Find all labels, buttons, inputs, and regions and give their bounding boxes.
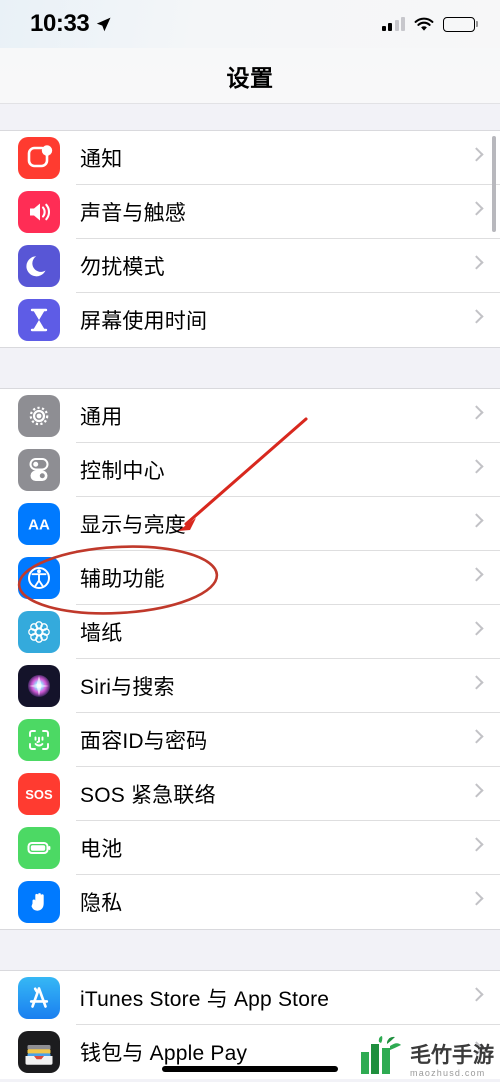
battery-full-icon	[443, 16, 478, 32]
settings-row-label: 显示与亮度	[80, 514, 186, 537]
settings-row-label: 通知	[80, 148, 123, 171]
settings-row-accessibility[interactable]: 辅助功能	[0, 551, 500, 605]
chevron-right-icon	[469, 309, 484, 324]
status-bar-indicators	[381, 16, 478, 32]
settings-row-label: 控制中心	[80, 460, 165, 483]
section-gap-1	[0, 348, 500, 388]
chevron-right-icon	[469, 405, 484, 420]
settings-row-privacy[interactable]: 隐私	[0, 875, 500, 929]
settings-list[interactable]: 通知 声音与触感 勿扰模式 屏幕使用时间 通用 控制中心 AA 显示与亮度 辅助…	[0, 104, 500, 1082]
settings-row-do-not-disturb[interactable]: 勿扰模式	[0, 239, 500, 293]
wallet-icon	[18, 1031, 60, 1073]
settings-row-label: 声音与触感	[80, 202, 186, 225]
settings-row-face-id-passcode[interactable]: 面容ID与密码	[0, 713, 500, 767]
home-indicator[interactable]	[162, 1066, 338, 1072]
settings-row-general[interactable]: 通用	[0, 389, 500, 443]
settings-row-wallpaper[interactable]: 墙纸	[0, 605, 500, 659]
watermark-url: maozhusd.com	[410, 1068, 486, 1078]
settings-row-label: 钱包与 Apple Pay	[80, 1042, 248, 1065]
settings-row-control-center[interactable]: 控制中心	[0, 443, 500, 497]
svg-text:AA: AA	[28, 517, 50, 534]
location-arrow-icon	[97, 17, 111, 31]
chevron-right-icon	[469, 201, 484, 216]
navigation-bar: 设置	[0, 48, 500, 104]
settings-row-label: 屏幕使用时间	[80, 310, 208, 333]
chevron-right-icon	[469, 459, 484, 474]
notifications-icon	[18, 137, 60, 179]
settings-row-label: 墙纸	[80, 622, 123, 645]
chevron-right-icon	[469, 567, 484, 582]
bamboo-logo-icon	[361, 1036, 401, 1074]
gear-icon	[18, 395, 60, 437]
clock-time: 10:33	[30, 10, 90, 37]
cellular-signal-icon	[381, 17, 405, 31]
watermark: 毛竹手游 maozhusd.com	[359, 1036, 494, 1078]
settings-row-screen-time[interactable]: 屏幕使用时间	[0, 293, 500, 347]
settings-row-label: 勿扰模式	[80, 256, 165, 279]
chevron-right-icon	[469, 783, 484, 798]
settings-row-label: iTunes Store 与 App Store	[80, 988, 330, 1011]
settings-row-display-brightness[interactable]: AA 显示与亮度	[0, 497, 500, 551]
status-bar-clock: 10:33	[30, 10, 112, 38]
chevron-right-icon	[469, 729, 484, 744]
siri-icon	[18, 665, 60, 707]
face-id-icon	[18, 719, 60, 761]
accessibility-icon	[18, 557, 60, 599]
settings-row-itunes-app-store[interactable]: iTunes Store 与 App Store	[0, 971, 500, 1025]
settings-row-battery[interactable]: 电池	[0, 821, 500, 875]
screen-time-icon	[18, 299, 60, 341]
sos-icon: SOS	[18, 773, 60, 815]
display-brightness-icon: AA	[18, 503, 60, 545]
settings-row-sounds-haptics[interactable]: 声音与触感	[0, 185, 500, 239]
do-not-disturb-icon	[18, 245, 60, 287]
scrollbar-thumb[interactable]	[492, 136, 496, 232]
wallpaper-icon	[18, 611, 60, 653]
sound-haptics-icon	[18, 191, 60, 233]
settings-row-notifications[interactable]: 通知	[0, 131, 500, 185]
watermark-name: 毛竹手游	[410, 1044, 494, 1067]
chevron-right-icon	[469, 255, 484, 270]
chevron-right-icon	[469, 987, 484, 1002]
list-top-gap	[0, 104, 500, 130]
settings-row-label: 隐私	[80, 892, 123, 915]
settings-group-system: 通用 控制中心 AA 显示与亮度 辅助功能 墙纸 Siri与搜索 面容ID与密码…	[0, 388, 500, 930]
settings-group-notifications: 通知 声音与触感 勿扰模式 屏幕使用时间	[0, 130, 500, 348]
chevron-right-icon	[469, 147, 484, 162]
settings-row-label: 辅助功能	[80, 568, 165, 591]
svg-text:SOS: SOS	[25, 787, 53, 802]
app-store-icon	[18, 977, 60, 1019]
page-title: 设置	[226, 64, 274, 91]
control-center-icon	[18, 449, 60, 491]
settings-row-siri-search[interactable]: Siri与搜索	[0, 659, 500, 713]
settings-row-sos[interactable]: SOS SOS 紧急联络	[0, 767, 500, 821]
chevron-right-icon	[469, 675, 484, 690]
battery-icon	[18, 827, 60, 869]
settings-row-label: 电池	[80, 838, 123, 861]
privacy-hand-icon	[18, 881, 60, 923]
section-gap-2	[0, 930, 500, 970]
settings-row-label: 面容ID与密码	[80, 730, 208, 753]
chevron-right-icon	[469, 891, 484, 906]
status-bar: 10:33	[0, 0, 500, 48]
chevron-right-icon	[469, 513, 484, 528]
settings-row-label: Siri与搜索	[80, 676, 175, 699]
wifi-icon	[414, 17, 434, 31]
chevron-right-icon	[469, 621, 484, 636]
settings-row-label: SOS 紧急联络	[80, 784, 216, 807]
settings-row-label: 通用	[80, 406, 123, 429]
chevron-right-icon	[469, 837, 484, 852]
